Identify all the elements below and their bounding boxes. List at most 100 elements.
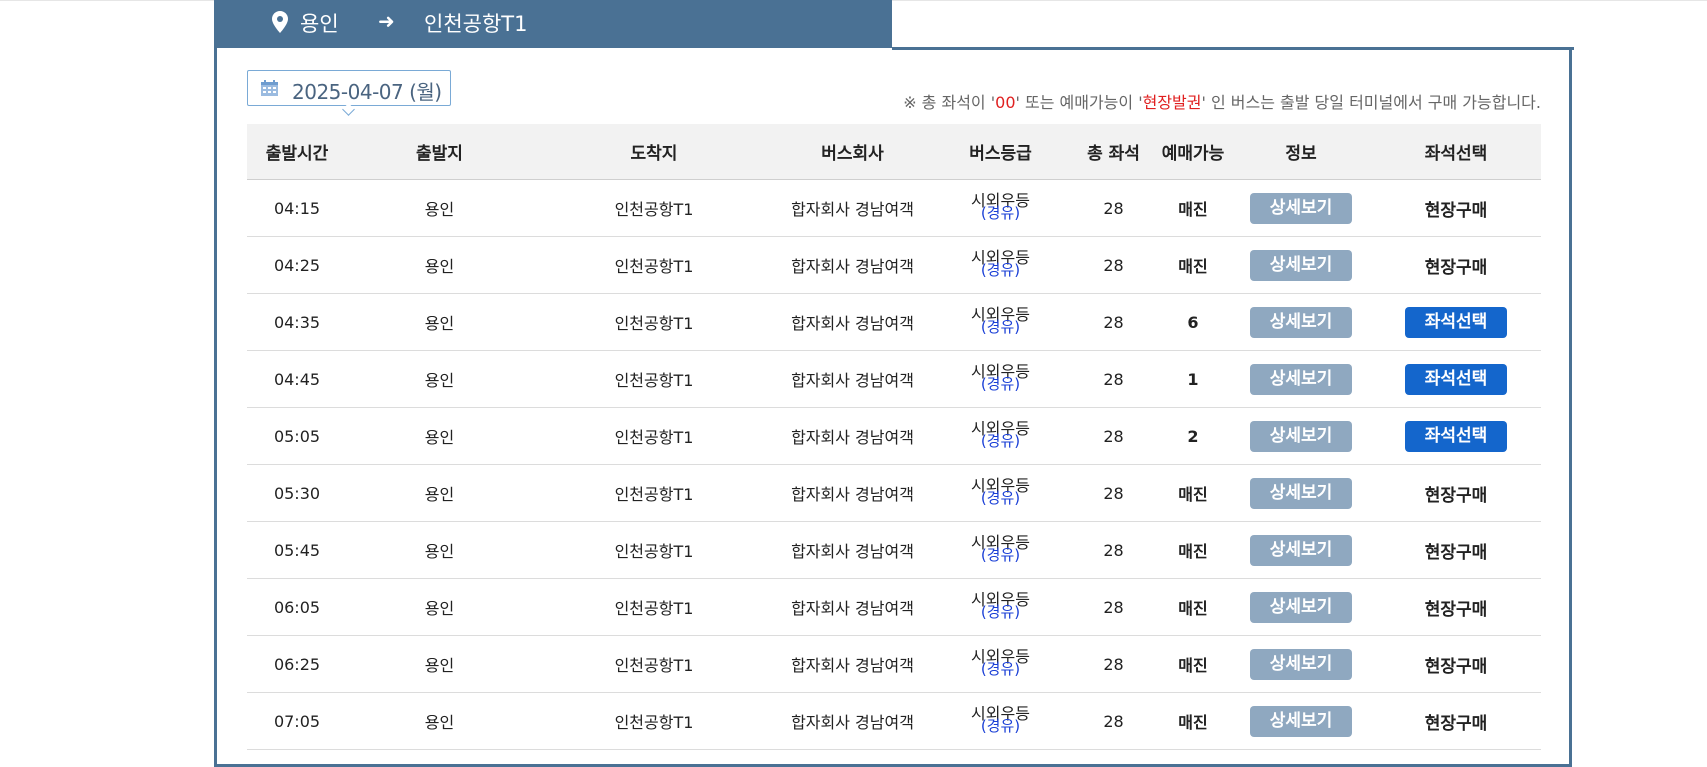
seat-select-cell: 현장구매 <box>1371 578 1541 636</box>
seat-select-button[interactable]: 좌석선택 <box>1405 420 1507 452</box>
detail-view-button[interactable]: 상세보기 <box>1250 249 1352 281</box>
bus-grade-cell: 시외우등 (경유) <box>929 293 1072 351</box>
table-row: 05:45 용인 인천공항T1 합자회사 경남여객 시외우등 (경유) 28 매진 상세보기 현장… <box>247 521 1541 579</box>
available-seats: 매진 <box>1155 635 1231 693</box>
bus-grade-cell: 시외우등 (경유) <box>929 350 1072 408</box>
departure-time: 07:05 <box>247 692 347 750</box>
seat-select-cell: 현장구매 <box>1371 692 1541 750</box>
bus-grade: 시외우등 (경유) <box>971 421 1030 449</box>
route-origin: 용인 <box>300 12 339 36</box>
onsite-purchase-label: 현장구매 <box>1424 257 1488 278</box>
bus-grade-cell: 시외우등 (경유) <box>929 578 1072 636</box>
notice-highlight-onsite: 현장발권 <box>1142 93 1202 112</box>
selected-date: 2025-04-07 (월) <box>292 80 442 104</box>
bus-grade: 시외우등 (경유) <box>971 649 1030 677</box>
detail-view-button[interactable]: 상세보기 <box>1250 705 1352 737</box>
info-cell: 상세보기 <box>1231 578 1371 636</box>
available-seats: 매진 <box>1155 692 1231 750</box>
bus-grade: 시외우등 (경유) <box>971 478 1030 506</box>
table-row: 04:35 용인 인천공항T1 합자회사 경남여객 시외우등 (경유) 28 6 상세보기 좌석선… <box>247 293 1541 351</box>
detail-view-button[interactable]: 상세보기 <box>1250 306 1352 338</box>
info-cell: 상세보기 <box>1231 236 1371 294</box>
notice-text: ' 인 버스는 출발 당일 터미널에서 구매 가능합니다. <box>1201 93 1542 112</box>
available-seats: 매진 <box>1155 464 1231 522</box>
total-seats: 28 <box>1072 635 1155 693</box>
table-header-row: 출발시간 출발지 도착지 버스회사 버스등급 총 좌석 예매가능 정보 좌석선택 <box>247 124 1541 180</box>
info-cell: 상세보기 <box>1231 692 1371 750</box>
bus-grade-cell: 시외우등 (경유) <box>929 521 1072 579</box>
arrow-right-icon: ➜ <box>378 9 395 33</box>
available-seats: 매진 <box>1155 521 1231 579</box>
calendar-icon <box>261 80 278 96</box>
table-row: 05:30 용인 인천공항T1 합자회사 경남여객 시외우등 (경유) 28 매진 상세보기 현장… <box>247 464 1541 522</box>
seat-select-cell: 좌석선택 <box>1371 407 1541 465</box>
total-seats: 28 <box>1072 350 1155 408</box>
destination: 인천공항T1 <box>532 236 776 294</box>
seat-select-cell: 현장구매 <box>1371 179 1541 237</box>
bus-company: 합자회사 경남여객 <box>776 464 929 522</box>
origin: 용인 <box>347 179 532 237</box>
seat-select-button[interactable]: 좌석선택 <box>1405 306 1507 338</box>
table-row: 07:05 용인 인천공항T1 합자회사 경남여객 시외우등 (경유) 28 매진 상세보기 현장… <box>247 692 1541 750</box>
departure-time: 05:45 <box>247 521 347 579</box>
origin: 용인 <box>347 578 532 636</box>
total-seats: 28 <box>1072 521 1155 579</box>
total-seats: 28 <box>1072 407 1155 465</box>
seat-select-cell: 현장구매 <box>1371 521 1541 579</box>
bus-company: 합자회사 경남여객 <box>776 350 929 408</box>
bus-company: 합자회사 경남여객 <box>776 407 929 465</box>
bus-grade: 시외우등 (경유) <box>971 535 1030 563</box>
detail-view-button[interactable]: 상세보기 <box>1250 363 1352 395</box>
bus-company: 합자회사 경남여객 <box>776 635 929 693</box>
seat-select-cell: 좌석선택 <box>1371 293 1541 351</box>
available-seats: 매진 <box>1155 578 1231 636</box>
available-seats: 매진 <box>1155 179 1231 237</box>
info-cell: 상세보기 <box>1231 350 1371 408</box>
col-header-info: 정보 <box>1231 124 1371 180</box>
bus-grade-cell: 시외우등 (경유) <box>929 236 1072 294</box>
table-row: 04:15 용인 인천공항T1 합자회사 경남여객 시외우등 (경유) 28 매진 상세보기 현장… <box>247 179 1541 237</box>
date-selector[interactable]: 2025-04-07 (월) <box>247 70 451 116</box>
bus-grade-cell: 시외우등 (경유) <box>929 635 1072 693</box>
info-cell: 상세보기 <box>1231 635 1371 693</box>
onsite-purchase-label: 현장구매 <box>1424 656 1488 677</box>
detail-view-button[interactable]: 상세보기 <box>1250 534 1352 566</box>
onsite-purchase-label: 현장구매 <box>1424 713 1488 734</box>
col-header-departure-time: 출발시간 <box>247 124 347 180</box>
onsite-purchase-label: 현장구매 <box>1424 542 1488 563</box>
total-seats: 28 <box>1072 293 1155 351</box>
info-cell: 상세보기 <box>1231 293 1371 351</box>
destination: 인천공항T1 <box>532 635 776 693</box>
destination: 인천공항T1 <box>532 464 776 522</box>
bus-grade: 시외우등 (경유) <box>971 193 1030 221</box>
info-cell: 상세보기 <box>1231 464 1371 522</box>
bus-grade: 시외우등 (경유) <box>971 307 1030 335</box>
table-row: 05:05 용인 인천공항T1 합자회사 경남여객 시외우등 (경유) 28 2 상세보기 좌석선… <box>247 407 1541 465</box>
detail-view-button[interactable]: 상세보기 <box>1250 477 1352 509</box>
detail-view-button[interactable]: 상세보기 <box>1250 591 1352 623</box>
table-row: 06:25 용인 인천공항T1 합자회사 경남여객 시외우등 (경유) 28 매진 상세보기 현장… <box>247 635 1541 693</box>
bus-company: 합자회사 경남여객 <box>776 293 929 351</box>
detail-view-button[interactable]: 상세보기 <box>1250 420 1352 452</box>
total-seats: 28 <box>1072 236 1155 294</box>
bus-company: 합자회사 경남여객 <box>776 578 929 636</box>
bus-company: 합자회사 경남여객 <box>776 179 929 237</box>
total-seats: 28 <box>1072 464 1155 522</box>
departure-time: 04:35 <box>247 293 347 351</box>
col-header-total-seats: 총 좌석 <box>1072 124 1155 180</box>
detail-view-button[interactable]: 상세보기 <box>1250 192 1352 224</box>
schedule-table: 출발시간 출발지 도착지 버스회사 버스등급 총 좌석 예매가능 정보 좌석선택… <box>247 124 1541 750</box>
detail-view-button[interactable]: 상세보기 <box>1250 648 1352 680</box>
origin: 용인 <box>347 407 532 465</box>
total-seats: 28 <box>1072 692 1155 750</box>
seat-select-button[interactable]: 좌석선택 <box>1405 363 1507 395</box>
departure-time: 06:05 <box>247 578 347 636</box>
col-header-bus-grade: 버스등급 <box>929 124 1072 180</box>
col-header-destination: 도착지 <box>532 124 776 180</box>
table-row: 04:45 용인 인천공항T1 합자회사 경남여객 시외우등 (경유) 28 1 상세보기 좌석선… <box>247 350 1541 408</box>
origin: 용인 <box>347 635 532 693</box>
onsite-purchase-label: 현장구매 <box>1424 200 1488 221</box>
purchase-notice: ※ 총 좌석이 '00' 또는 예매가능이 '현장발권' 인 버스는 출발 당일… <box>903 89 1541 113</box>
table-row: 04:25 용인 인천공항T1 합자회사 경남여객 시외우등 (경유) 28 매진 상세보기 현장… <box>247 236 1541 294</box>
bus-company: 합자회사 경남여객 <box>776 236 929 294</box>
